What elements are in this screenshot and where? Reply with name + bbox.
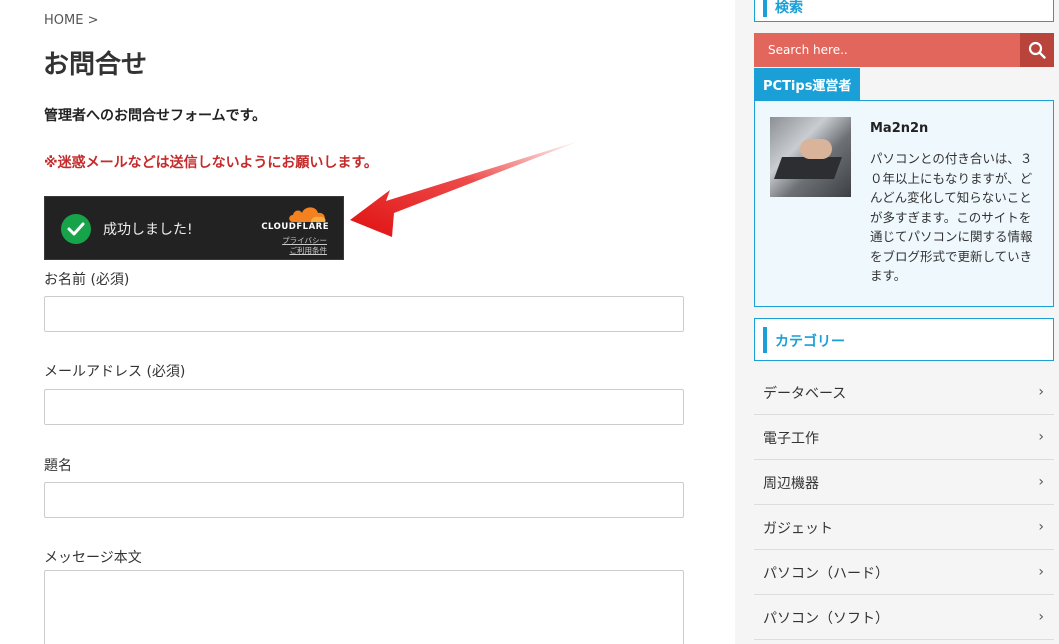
email-input[interactable] [44, 389, 684, 425]
category-label: パソコン（ハード） [763, 566, 889, 582]
cloudflare-logo: CLOUDFLARE [249, 205, 329, 235]
keyboard-image-part [773, 157, 843, 179]
terms-link[interactable]: ご利用条件 [282, 246, 328, 256]
category-item-peripherals[interactable]: 周辺機器 › [754, 460, 1054, 505]
privacy-link[interactable]: プライバシー [282, 236, 327, 246]
subject-input[interactable] [44, 482, 684, 518]
category-label: 電子工作 [763, 431, 819, 447]
cloudflare-turnstile-widget[interactable]: 成功しました! CLOUDFLARE プライバシー ご利用条件 [44, 196, 344, 260]
name-label: お名前 (必須) [44, 272, 130, 288]
category-label: パソコン（ソフト） [763, 611, 889, 627]
author-profile-box: Ma2n2n パソコンとの付き合いは、３０年以上にもなりますが、どんどん変化して… [754, 100, 1054, 307]
intro-text: 管理者へのお問合せフォームです。 [44, 108, 267, 124]
heading-accent-bar [763, 0, 767, 17]
success-check-icon [61, 214, 91, 244]
warning-text: ※迷惑メールなどは送信しないようにお願いします。 [44, 155, 378, 171]
message-label: メッセージ本文 [44, 550, 142, 566]
category-label: ガジェット [763, 521, 833, 537]
category-item-database[interactable]: データベース › [754, 370, 1054, 415]
name-input[interactable] [44, 296, 684, 332]
chevron-right-icon: › [1038, 474, 1044, 490]
red-arrow-annotation [350, 140, 582, 237]
category-item-pc-software[interactable]: パソコン（ソフト） › [754, 595, 1054, 640]
breadcrumb-separator: > [87, 13, 99, 28]
chevron-right-icon: › [1038, 429, 1044, 445]
subject-label: 題名 [44, 458, 72, 474]
category-list: データベース › 電子工作 › 周辺機器 › ガジェット › パソコン（ハード）… [754, 370, 1054, 640]
search-button[interactable] [1020, 33, 1054, 67]
message-textarea[interactable] [44, 570, 684, 644]
category-item-pc-hardware[interactable]: パソコン（ハード） › [754, 550, 1054, 595]
search-bar [754, 33, 1054, 67]
search-widget-heading: 検索 [754, 0, 1054, 22]
chevron-right-icon: › [1038, 384, 1044, 400]
author-widget-tab: PCTips運営者 [754, 68, 860, 100]
chevron-right-icon: › [1038, 609, 1044, 625]
breadcrumb-home-link[interactable]: HOME [44, 13, 83, 28]
turnstile-links: プライバシー ご利用条件 [282, 236, 327, 256]
page: HOME > お問合せ 管理者へのお問合せフォームです。 ※迷惑メールなどは送信… [0, 0, 1059, 644]
category-heading-text: カテゴリー [775, 334, 845, 350]
category-label: データベース [763, 386, 847, 402]
hand-image-part [800, 139, 832, 159]
cloudflare-cloud-icon [289, 207, 326, 222]
turnstile-status: 成功しました! [103, 222, 193, 238]
category-item-gadgets[interactable]: ガジェット › [754, 505, 1054, 550]
main-content: HOME > お問合せ 管理者へのお問合せフォームです。 ※迷惑メールなどは送信… [0, 0, 735, 644]
cloudflare-wordmark: CLOUDFLARE [261, 222, 329, 232]
page-title: お問合せ [43, 50, 148, 80]
chevron-right-icon: › [1038, 519, 1044, 535]
category-label: 周辺機器 [763, 476, 819, 492]
search-heading-text: 検索 [775, 0, 803, 16]
search-icon [1028, 41, 1046, 59]
heading-accent-bar [763, 327, 767, 353]
category-item-electronics[interactable]: 電子工作 › [754, 415, 1054, 460]
breadcrumb: HOME > [44, 13, 99, 28]
author-name: Ma2n2n [870, 121, 929, 136]
category-widget-heading: カテゴリー [754, 318, 1054, 361]
search-input[interactable] [754, 33, 1020, 67]
author-bio: パソコンとの付き合いは、３０年以上にもなりますが、どんどん変化して知らないことが… [870, 151, 1033, 283]
chevron-right-icon: › [1038, 564, 1044, 580]
author-avatar [770, 117, 851, 197]
email-label: メールアドレス (必須) [44, 364, 186, 380]
